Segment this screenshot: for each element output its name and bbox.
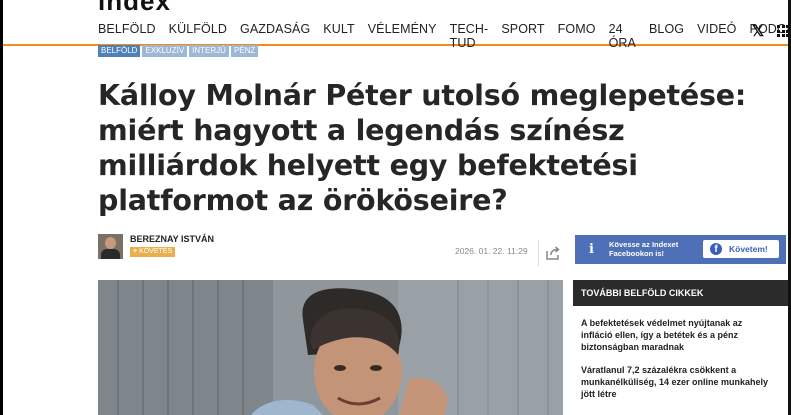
main-nav: BELFÖLD KÜLFÖLD GAZDASÁG KULT VÉLEMÉNY T… [3, 18, 788, 50]
nav-item-tech-tud[interactable]: TECH-TUD [450, 22, 489, 50]
facebook-follow-box: i Kövesse az Indexet Facebookon is! f Kö… [575, 235, 786, 264]
article-tags: BELFÖLD EXKLUZÍV INTERJÚ PÉNZ [98, 45, 259, 57]
tag-belfold[interactable]: BELFÖLD [98, 45, 141, 57]
nav-item-kult[interactable]: KULT [323, 22, 354, 50]
follow-label: KÖVETÉS [139, 248, 173, 255]
article-hero-image [98, 280, 563, 415]
follow-author-button[interactable]: + KÖVETÉS [130, 247, 176, 257]
x-icon[interactable]: 𝕏 [752, 22, 764, 40]
index-logo[interactable]: index [98, 0, 171, 17]
info-icon: i [589, 242, 594, 257]
facebook-follow-label: Követem! [729, 244, 768, 254]
nav-item-blog[interactable]: BLOG [649, 22, 684, 50]
nav-item-fomo[interactable]: FOMO [558, 22, 596, 50]
share-button[interactable] [538, 240, 567, 266]
article-title: Kálloy Molnár Péter utolsó meglepetése: … [98, 79, 747, 217]
facebook-follow-button[interactable]: f Követem! [703, 240, 779, 258]
publish-date: 2026. 01. 22. 11:29 [455, 246, 528, 256]
tag-exkluziv[interactable]: EXKLUZÍV [142, 45, 188, 57]
author-avatar[interactable] [98, 234, 123, 259]
facebook-icon: f [710, 243, 722, 255]
nav-item-24-ora[interactable]: 24 ÓRA [609, 22, 636, 50]
nav-item-video[interactable]: VIDEÓ [697, 22, 736, 50]
related-articles-sidebar: TOVÁBBI BELFÖLD CIKKEK A befektetések vé… [573, 280, 788, 415]
tag-penz[interactable]: PÉNZ [230, 45, 259, 57]
nav-item-sport[interactable]: SPORT [501, 22, 544, 50]
grid-menu-icon[interactable] [777, 25, 788, 37]
tag-interju[interactable]: INTERJÚ [189, 45, 229, 57]
sidebar-article-link[interactable]: A befektetések védelmet nyújtanak az inf… [581, 317, 771, 353]
sidebar-article-link[interactable]: Váratlanul 7,2 százalékra csökkent a mun… [581, 364, 771, 400]
author-name[interactable]: BEREZNAY ISTVÁN [130, 234, 214, 244]
facebook-box-text: Kövesse az Indexet Facebookon is! [609, 240, 679, 258]
page: index BELFÖLD KÜLFÖLD GAZDASÁG KULT VÉLE… [3, 0, 788, 415]
nav-item-velemeny[interactable]: VÉLEMÉNY [368, 22, 437, 50]
share-icon [546, 246, 560, 260]
sidebar-heading: TOVÁBBI BELFÖLD CIKKEK [573, 280, 788, 306]
